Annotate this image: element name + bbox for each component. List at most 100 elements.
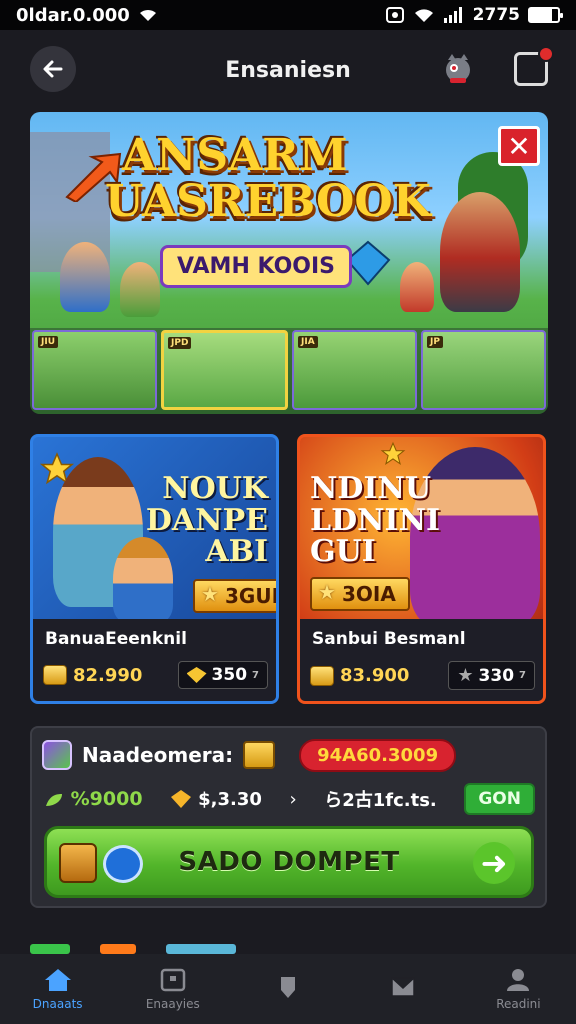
bag-icon[interactable] bbox=[514, 46, 554, 86]
home-icon bbox=[44, 969, 71, 991]
art-line: ABI bbox=[205, 534, 268, 569]
signal-icon bbox=[443, 7, 462, 23]
art-line: GUI bbox=[310, 534, 376, 569]
peek-block bbox=[166, 944, 236, 954]
panel-stats-row: %9000 $,3.30 › ら2古1fc.ts. GON bbox=[44, 783, 535, 815]
card-title: Sanbui Besmanl bbox=[312, 629, 466, 649]
inventory-icon bbox=[160, 968, 186, 992]
leaf-icon bbox=[46, 793, 62, 806]
right-stat: ら2古1fc.ts. bbox=[324, 790, 437, 811]
thumbnail-tag: JP bbox=[427, 336, 443, 348]
price-row: 82.990 350 7 bbox=[43, 661, 268, 689]
banner-title-line1: ANSARM bbox=[122, 130, 348, 181]
thumbnail-selected[interactable]: JPD bbox=[161, 330, 288, 410]
bundle-card[interactable]: NDINU LDNINI GUI 3OIA Sanbui Besmanl 83.… bbox=[297, 434, 546, 704]
chest-icon bbox=[59, 843, 97, 883]
arrow-left-icon bbox=[43, 60, 63, 78]
gem-suffix: 7 bbox=[519, 670, 526, 681]
gem-price[interactable]: 350 7 bbox=[177, 661, 268, 689]
art-line: LDNINI bbox=[310, 502, 441, 538]
card-art-text: NDINU LDNINI GUI bbox=[310, 473, 440, 568]
header: Ensaniesn bbox=[0, 30, 576, 110]
card-footer: Sanbui Besmanl 83.900 ★ 330 7 bbox=[300, 619, 543, 701]
thumbnail[interactable]: JP bbox=[421, 330, 546, 410]
thumbnail[interactable]: JIU bbox=[32, 330, 157, 410]
page-title: Ensaniesn bbox=[225, 57, 351, 83]
peek-block bbox=[100, 944, 136, 954]
back-button[interactable] bbox=[30, 46, 76, 92]
banner-character-small bbox=[400, 262, 434, 312]
status-text-left: 0ldar.0.000 bbox=[16, 4, 130, 26]
bundle-card[interactable]: NOUK DANPE ABI 3GUK BanuaEeenknil 82.990… bbox=[30, 434, 279, 704]
status-bar: 0ldar.0.000 2775 bbox=[0, 0, 576, 30]
card-art-text: NOUK DANPE ABI bbox=[146, 473, 268, 568]
art-line: DANPE bbox=[145, 502, 268, 538]
gem-suffix: 7 bbox=[252, 669, 259, 681]
caret-right-icon[interactable]: › bbox=[289, 789, 296, 810]
featured-banner[interactable]: ANSARM UASREBOOK VAMH KOOIS ✕ JIU JPD JI… bbox=[30, 112, 548, 414]
coin-value: 82.990 bbox=[73, 664, 143, 686]
nav-inventory[interactable]: Enaayies bbox=[115, 954, 230, 1024]
coin-value: 83.900 bbox=[340, 665, 410, 686]
banner-character-small bbox=[60, 242, 110, 312]
status-time: 2775 bbox=[472, 5, 520, 25]
nav-label: Dnaaats bbox=[32, 997, 83, 1011]
cta-label: SADO DOMPET bbox=[178, 847, 400, 877]
close-button[interactable]: ✕ bbox=[498, 126, 540, 166]
thumbnail[interactable]: JIA bbox=[292, 330, 417, 410]
primary-cta-button[interactable]: SADO DOMPET ➜ bbox=[44, 826, 534, 898]
mid-value: $,3.30 bbox=[198, 788, 262, 810]
wifi-icon bbox=[414, 9, 433, 22]
shop-icon bbox=[391, 977, 415, 997]
thumbnail-tag: JPD bbox=[168, 337, 192, 349]
banner-character-hero bbox=[440, 192, 520, 312]
card-ribbon: 3OIA bbox=[310, 577, 410, 611]
star-icon: ★ bbox=[457, 665, 474, 686]
card-footer: BanuaEeenknil 82.990 350 7 bbox=[33, 619, 276, 701]
battery-icon bbox=[528, 7, 563, 23]
pet-badge-icon bbox=[42, 740, 72, 770]
next-section-peek bbox=[30, 940, 330, 954]
pet-icon[interactable] bbox=[440, 50, 476, 86]
green-value: %9000 bbox=[70, 788, 143, 810]
thumbnail-tag: JIA bbox=[298, 336, 318, 348]
coin-icon bbox=[43, 665, 67, 685]
art-line: NOUK bbox=[162, 471, 268, 506]
gem-value: 350 bbox=[211, 665, 248, 685]
shield-icon bbox=[281, 977, 295, 998]
thumbnail-tag: JIU bbox=[38, 336, 59, 348]
ticket-icon bbox=[243, 741, 276, 769]
thumbnail-strip: JIU JPD JIA JP bbox=[30, 328, 548, 414]
nav-home[interactable]: Dnaaats bbox=[0, 954, 115, 1024]
bottom-nav: Dnaaats Enaayies Readini bbox=[0, 954, 576, 1024]
notification-dot bbox=[538, 46, 554, 62]
wifi-icon bbox=[139, 9, 156, 21]
card-ribbon: 3GUK bbox=[193, 579, 276, 613]
banner-title-line2: UASREBOOK bbox=[105, 176, 431, 227]
nav-shield[interactable] bbox=[230, 954, 345, 1024]
nav-shop[interactable] bbox=[346, 954, 461, 1024]
mid-stat: $,3.30 bbox=[170, 789, 262, 810]
panel-label: Naadeomera: bbox=[82, 743, 234, 767]
alarm-icon bbox=[385, 7, 404, 23]
art-line: NDINU bbox=[310, 471, 432, 506]
gem-icon bbox=[186, 667, 207, 683]
go-button[interactable]: GON bbox=[464, 783, 535, 815]
green-stat: %9000 bbox=[44, 788, 143, 810]
balance-chip[interactable]: 94A60.3009 bbox=[299, 738, 457, 772]
coin-price: 82.990 bbox=[43, 665, 142, 686]
purchase-panel: Naadeomera: 94A60.3009 %9000 $,3.30 › ら2… bbox=[30, 726, 547, 908]
banner-subtitle: VAMH KOOIS bbox=[160, 245, 353, 288]
star-price[interactable]: ★ 330 7 bbox=[448, 661, 535, 690]
gem-value: 330 bbox=[478, 665, 515, 686]
gold-icon bbox=[171, 790, 192, 808]
peek-block bbox=[30, 944, 70, 954]
nav-label: Readini bbox=[496, 997, 541, 1011]
star-icon bbox=[380, 441, 406, 466]
coin-icon bbox=[310, 665, 334, 686]
card-title: BanuaEeenknil bbox=[45, 629, 187, 649]
nav-profile[interactable]: Readini bbox=[461, 954, 576, 1024]
banner-character-small bbox=[120, 262, 160, 317]
profile-icon bbox=[507, 969, 530, 991]
eye-icon bbox=[103, 845, 143, 883]
